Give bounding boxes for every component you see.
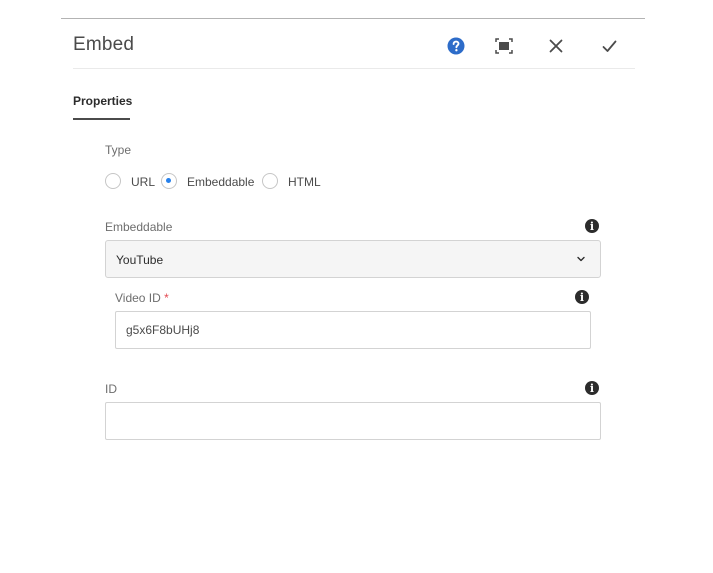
id-input[interactable] xyxy=(105,402,601,440)
type-label: Type xyxy=(105,143,132,157)
video-id-label-text: Video ID xyxy=(115,291,161,305)
radio-embeddable-label[interactable]: Embeddable xyxy=(187,175,254,189)
fullscreen-icon xyxy=(495,38,513,54)
fullscreen-button[interactable] xyxy=(491,33,517,59)
embeddable-label: Embeddable xyxy=(105,220,173,234)
embeddable-select[interactable]: YouTube xyxy=(105,240,601,278)
video-id-label: Video ID * xyxy=(115,291,169,305)
checkmark-icon xyxy=(602,40,616,52)
dialog-title: Embed xyxy=(73,34,135,55)
required-marker: * xyxy=(164,291,169,305)
video-id-info-icon[interactable]: i xyxy=(575,290,589,304)
video-id-input[interactable] xyxy=(115,311,591,349)
top-divider xyxy=(61,18,645,19)
radio-embeddable[interactable] xyxy=(161,173,177,189)
done-button[interactable] xyxy=(596,33,622,59)
id-label: ID xyxy=(105,382,117,396)
embeddable-select-value: YouTube xyxy=(116,253,164,267)
radio-html[interactable] xyxy=(262,173,278,189)
tab-selected-indicator xyxy=(73,118,130,120)
chevron-down-icon xyxy=(577,256,585,262)
help-circle-icon xyxy=(447,37,465,55)
close-button[interactable] xyxy=(543,33,569,59)
embeddable-info-icon[interactable]: i xyxy=(585,219,599,233)
help-button[interactable] xyxy=(443,33,469,59)
radio-url[interactable] xyxy=(105,173,121,189)
close-icon xyxy=(549,39,563,53)
radio-html-label[interactable]: HTML xyxy=(288,175,321,189)
tab-properties[interactable]: Properties xyxy=(73,94,132,108)
id-info-icon[interactable]: i xyxy=(585,381,599,395)
header-divider xyxy=(73,68,635,69)
radio-url-label[interactable]: URL xyxy=(131,175,155,189)
